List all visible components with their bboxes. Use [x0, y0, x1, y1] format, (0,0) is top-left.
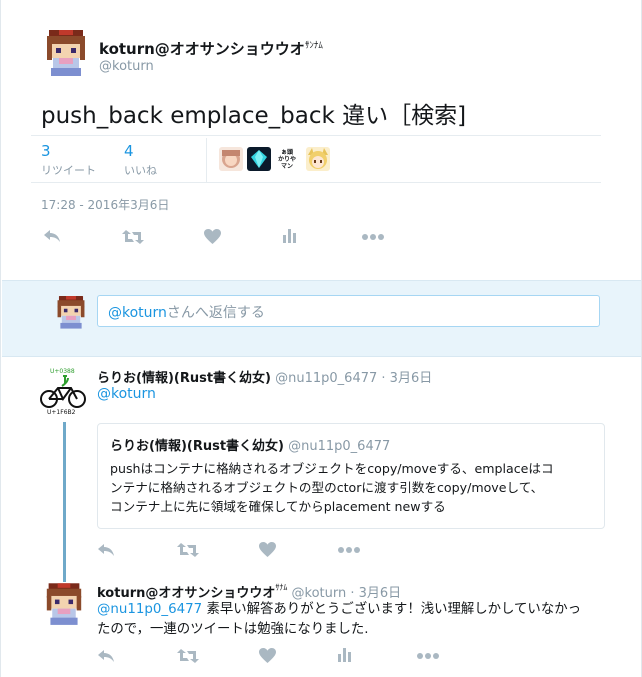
name-suffix: ｻﾝﾅﾑ — [304, 41, 323, 51]
current-user-avatar[interactable] — [56, 296, 86, 330]
divider — [31, 182, 601, 183]
tweet-timestamp[interactable]: 17:28 - 2016年3月6日 — [41, 196, 169, 213]
tweet-text: push_back emplace_back 違い［検索] — [41, 103, 467, 129]
tweet-detail-panel: koturn@オオサンショウウオｻﾝﾅﾑ @koturn push_back e… — [0, 0, 642, 677]
liker-avatar-blonde[interactable] — [306, 147, 330, 171]
quoted-text: pushはコンテナに格納されるオブジェクトをcopy/moveする、emplac… — [110, 459, 554, 516]
reply-input[interactable]: @koturnさんへ返信する — [97, 295, 600, 327]
pixel-character-icon — [57, 296, 85, 329]
reply-date[interactable]: · 3月6日 — [381, 371, 432, 386]
quoted-text-line: pushはコンテナに格納されるオブジェクトをcopy/moveする、emplac… — [110, 461, 554, 476]
more-icon[interactable] — [362, 234, 384, 240]
like-stat[interactable]: 4 いいね — [124, 142, 157, 178]
analytics-icon[interactable] — [283, 229, 297, 243]
more-icon[interactable] — [417, 653, 439, 659]
retweet-icon[interactable] — [177, 542, 199, 558]
more-icon[interactable] — [338, 547, 360, 553]
quoted-author-handle: @nu11p0_6477 — [288, 439, 391, 454]
author-display-name[interactable]: koturn@オオサンショウウオｻﾝﾅﾑ — [99, 38, 323, 59]
liker-avatar-gem[interactable] — [247, 147, 271, 171]
avatar-bottom-label: U+1F6B2 — [47, 409, 76, 416]
reply-mention-link[interactable]: @nu11p0_6477 — [97, 602, 202, 617]
reply-mention: @koturn — [108, 305, 167, 321]
reply-placeholder: さんへ返信する — [166, 305, 265, 321]
like-icon[interactable] — [259, 542, 276, 557]
reply-icon[interactable] — [97, 542, 115, 558]
author-avatar[interactable] — [45, 30, 87, 78]
like-icon[interactable] — [204, 229, 221, 244]
girl-avatar-icon — [219, 147, 243, 171]
quoted-text-line: コンテナ上に先に領域を確保してからplacement newする — [110, 499, 446, 514]
quoted-tweet[interactable]: らりお(情報)(Rust書く幼女) @nu11p0_6477 pushはコンテナ… — [97, 423, 605, 529]
text-avatar-line: マン — [280, 163, 293, 170]
like-label: いいね — [124, 164, 157, 177]
divider — [31, 135, 601, 136]
reply-author-handle[interactable]: @koturn — [292, 586, 347, 601]
reply-author-handle[interactable]: @nu11p0_6477 — [275, 371, 377, 386]
quoted-text-line: ンテナに格納されるオブジェクトの型のctorに渡す引数をcopy/moveして、 — [110, 480, 544, 495]
reply-author-name[interactable]: らりお(情報)(Rust書く幼女) — [97, 371, 271, 386]
reply-icon[interactable] — [97, 648, 115, 664]
pixel-character-icon — [46, 583, 82, 625]
reply-text: @nu11p0_6477 素早い解答ありがとうございます！浅い理解しかしていなか… — [97, 600, 581, 640]
avatar-top-label: U+0388 — [50, 368, 75, 375]
liker-avatar-text[interactable]: ぁ頭 かりや マン — [275, 147, 299, 171]
retweet-icon[interactable] — [177, 648, 199, 664]
author-handle[interactable]: @koturn — [99, 59, 154, 74]
reply-mention-link[interactable]: @koturn — [97, 386, 156, 402]
liker-avatar-girl[interactable] — [219, 147, 243, 171]
like-count: 4 — [124, 142, 134, 160]
reply-text-line: たので，一連のツイートは勉強になりました. — [97, 622, 369, 637]
retweet-icon[interactable] — [122, 229, 144, 245]
text-avatar-line: ぁ頭 — [280, 149, 293, 156]
reply-header: らりお(情報)(Rust書く幼女) @nu11p0_6477 · 3月6日 — [97, 367, 432, 386]
retweet-stat[interactable]: 3 リツイート — [41, 142, 96, 178]
reply-author-name[interactable]: koturn@オオサンショウウオｻﾅﾑ — [97, 583, 288, 601]
thread-connector-line — [63, 422, 66, 582]
reply-date[interactable]: · 3月6日 — [350, 586, 401, 601]
name-suffix: ｻﾅﾑ — [275, 583, 288, 592]
bicycle-icon: U+0388 U+1F6B2 — [40, 368, 86, 416]
reply-author-avatar[interactable] — [45, 583, 83, 627]
pixel-character-icon — [47, 30, 85, 76]
retweet-label: リツイート — [41, 164, 96, 177]
analytics-icon[interactable] — [338, 648, 352, 662]
quoted-header: らりお(情報)(Rust書く幼女) @nu11p0_6477 — [110, 435, 390, 454]
reply-text-line: 素早い解答ありがとうございます！浅い理解しかしていなかっ — [202, 602, 581, 617]
quoted-author-name: らりお(情報)(Rust書く幼女) — [110, 439, 284, 454]
reply-author-avatar[interactable]: U+0388 U+1F6B2 — [38, 366, 88, 416]
retweet-count: 3 — [41, 142, 51, 160]
reply-icon[interactable] — [43, 228, 61, 244]
stats-divider — [206, 138, 207, 182]
reply-header: koturn@オオサンショウウオｻﾅﾑ @koturn · 3月6日 — [97, 582, 401, 601]
like-icon[interactable] — [259, 648, 276, 663]
gem-avatar-icon — [247, 147, 271, 171]
blonde-avatar-icon — [306, 147, 330, 171]
text-avatar-line: かりや — [277, 156, 296, 163]
